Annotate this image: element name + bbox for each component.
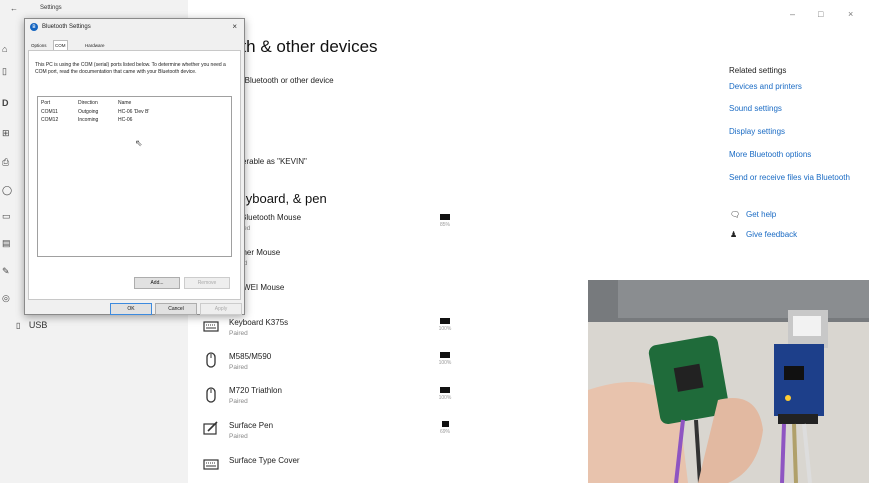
add-button[interactable]: Add...: [134, 277, 180, 289]
device-status: Paired: [229, 433, 248, 440]
row-port: COM12: [41, 117, 59, 123]
apply-button[interactable]: Apply: [200, 303, 242, 315]
column-header-name[interactable]: Name: [118, 100, 131, 106]
device-name: Surface Type Cover: [229, 456, 300, 465]
battery-icon: [441, 421, 449, 427]
pen-icon: [203, 421, 218, 435]
home-icon[interactable]: ⌂: [2, 44, 7, 54]
keyboard-icon: [203, 321, 219, 332]
cancel-button[interactable]: Cancel: [155, 303, 197, 315]
section-title-mouse-keyboard-pen: keyboard, & pen: [232, 191, 327, 206]
typing-nav-icon[interactable]: ▤: [2, 238, 11, 248]
battery-percent: 100%: [438, 395, 452, 401]
usb-icon: ▯: [16, 321, 21, 330]
bluetooth-nav-icon[interactable]: ⊞: [2, 128, 10, 138]
device-status: Paired: [229, 364, 248, 371]
column-header-direction[interactable]: Direction: [78, 100, 98, 106]
dialog-close-button[interactable]: ×: [232, 22, 237, 31]
device-name: Surface Pen: [229, 421, 274, 430]
device-status: Paired: [229, 330, 248, 337]
minimize-button[interactable]: –: [790, 9, 795, 19]
row-direction: Outgoing: [78, 109, 99, 115]
row-name: HC-06 'Dev B': [118, 109, 150, 115]
remove-button[interactable]: Remove: [184, 277, 230, 289]
tab-options[interactable]: Options: [30, 41, 48, 50]
webcam-overlay-photo: [588, 280, 869, 483]
battery-percent: 100%: [438, 360, 452, 366]
discoverable-text: verable as "KEVIN": [238, 157, 307, 166]
row-port: COM11: [41, 109, 58, 115]
battery-icon: [440, 387, 450, 393]
battery-indicator: 100%: [436, 352, 454, 366]
device-name: M720 Triathlon: [229, 386, 282, 395]
sidebar-item-usb[interactable]: ▯ USB: [16, 320, 47, 330]
column-header-port[interactable]: Port: [41, 100, 50, 106]
battery-icon: [440, 352, 450, 358]
link-sound-settings[interactable]: Sound settings: [729, 104, 782, 113]
device-name: Keyboard K375s: [229, 318, 289, 327]
mouse-cursor-icon: ⇖: [135, 138, 143, 148]
battery-indicator: 69%: [436, 421, 454, 435]
related-settings-heading: Related settings: [729, 66, 787, 75]
mouse-icon: [206, 387, 216, 403]
battery-indicator: 85%: [436, 214, 454, 228]
battery-percent: 100%: [438, 326, 452, 332]
battery-icon: [440, 318, 450, 324]
row-direction: Incoming: [78, 117, 99, 123]
battery-icon: [440, 214, 450, 220]
feedback-icon: ♟: [730, 230, 738, 239]
com-ports-panel: This PC is using the COM (serial) ports …: [28, 50, 241, 300]
device-name: Bluetooth Mouse: [241, 213, 302, 222]
add-device-button[interactable]: d Bluetooth or other device: [238, 76, 334, 85]
bluetooth-icon: ʙ: [30, 23, 38, 31]
dialog-title: Bluetooth Settings: [42, 24, 91, 30]
pen-nav-icon[interactable]: ✎: [2, 266, 10, 276]
printer-nav-icon[interactable]: ⎙: [2, 157, 9, 167]
row-name: HC-06: [118, 117, 133, 123]
com-ports-list[interactable]: Port Direction Name COM11 Outgoing HC-06…: [37, 96, 232, 257]
mouse-icon: [206, 352, 216, 368]
back-arrow-icon[interactable]: ←: [10, 4, 18, 13]
mouse-nav-icon[interactable]: ◯: [2, 185, 12, 195]
close-window-button[interactable]: ×: [848, 9, 853, 19]
window-title: Settings: [40, 5, 62, 11]
help-chat-icon: 🗨: [730, 210, 741, 219]
maximize-button[interactable]: □: [818, 9, 823, 19]
device-status: Paired: [229, 398, 248, 405]
give-feedback-link[interactable]: Give feedback: [746, 230, 797, 239]
battery-percent: 69%: [439, 429, 450, 435]
link-devices-and-printers[interactable]: Devices and printers: [729, 82, 802, 91]
sidebar-item-usb-label: USB: [28, 320, 48, 330]
devices-heading-initial: D: [2, 98, 9, 108]
search-box-edge[interactable]: ▯: [2, 66, 7, 76]
hardware-photo-illustration: [588, 280, 869, 483]
page-title: oth & other devices: [232, 37, 378, 56]
link-more-bluetooth-options[interactable]: More Bluetooth options: [729, 150, 811, 159]
keyboard-icon: [203, 459, 219, 470]
battery-percent: 85%: [439, 222, 450, 228]
get-help-link[interactable]: Get help: [746, 210, 776, 219]
com-ports-info-text: This PC is using the COM (serial) ports …: [35, 62, 226, 75]
ok-button[interactable]: OK: [110, 303, 152, 315]
link-send-receive-files[interactable]: Send or receive files via Bluetooth: [729, 173, 850, 182]
device-name: M585/M590: [229, 352, 272, 361]
touchpad-nav-icon[interactable]: ▭: [2, 211, 11, 221]
bluetooth-settings-dialog: ʙ Bluetooth Settings × Options COM Ports…: [24, 18, 245, 315]
link-display-settings[interactable]: Display settings: [729, 127, 785, 136]
autoplay-nav-icon[interactable]: ◎: [2, 293, 10, 303]
tab-hardware[interactable]: Hardware: [84, 41, 106, 50]
battery-indicator: 100%: [436, 387, 454, 401]
battery-indicator: 100%: [436, 318, 454, 332]
